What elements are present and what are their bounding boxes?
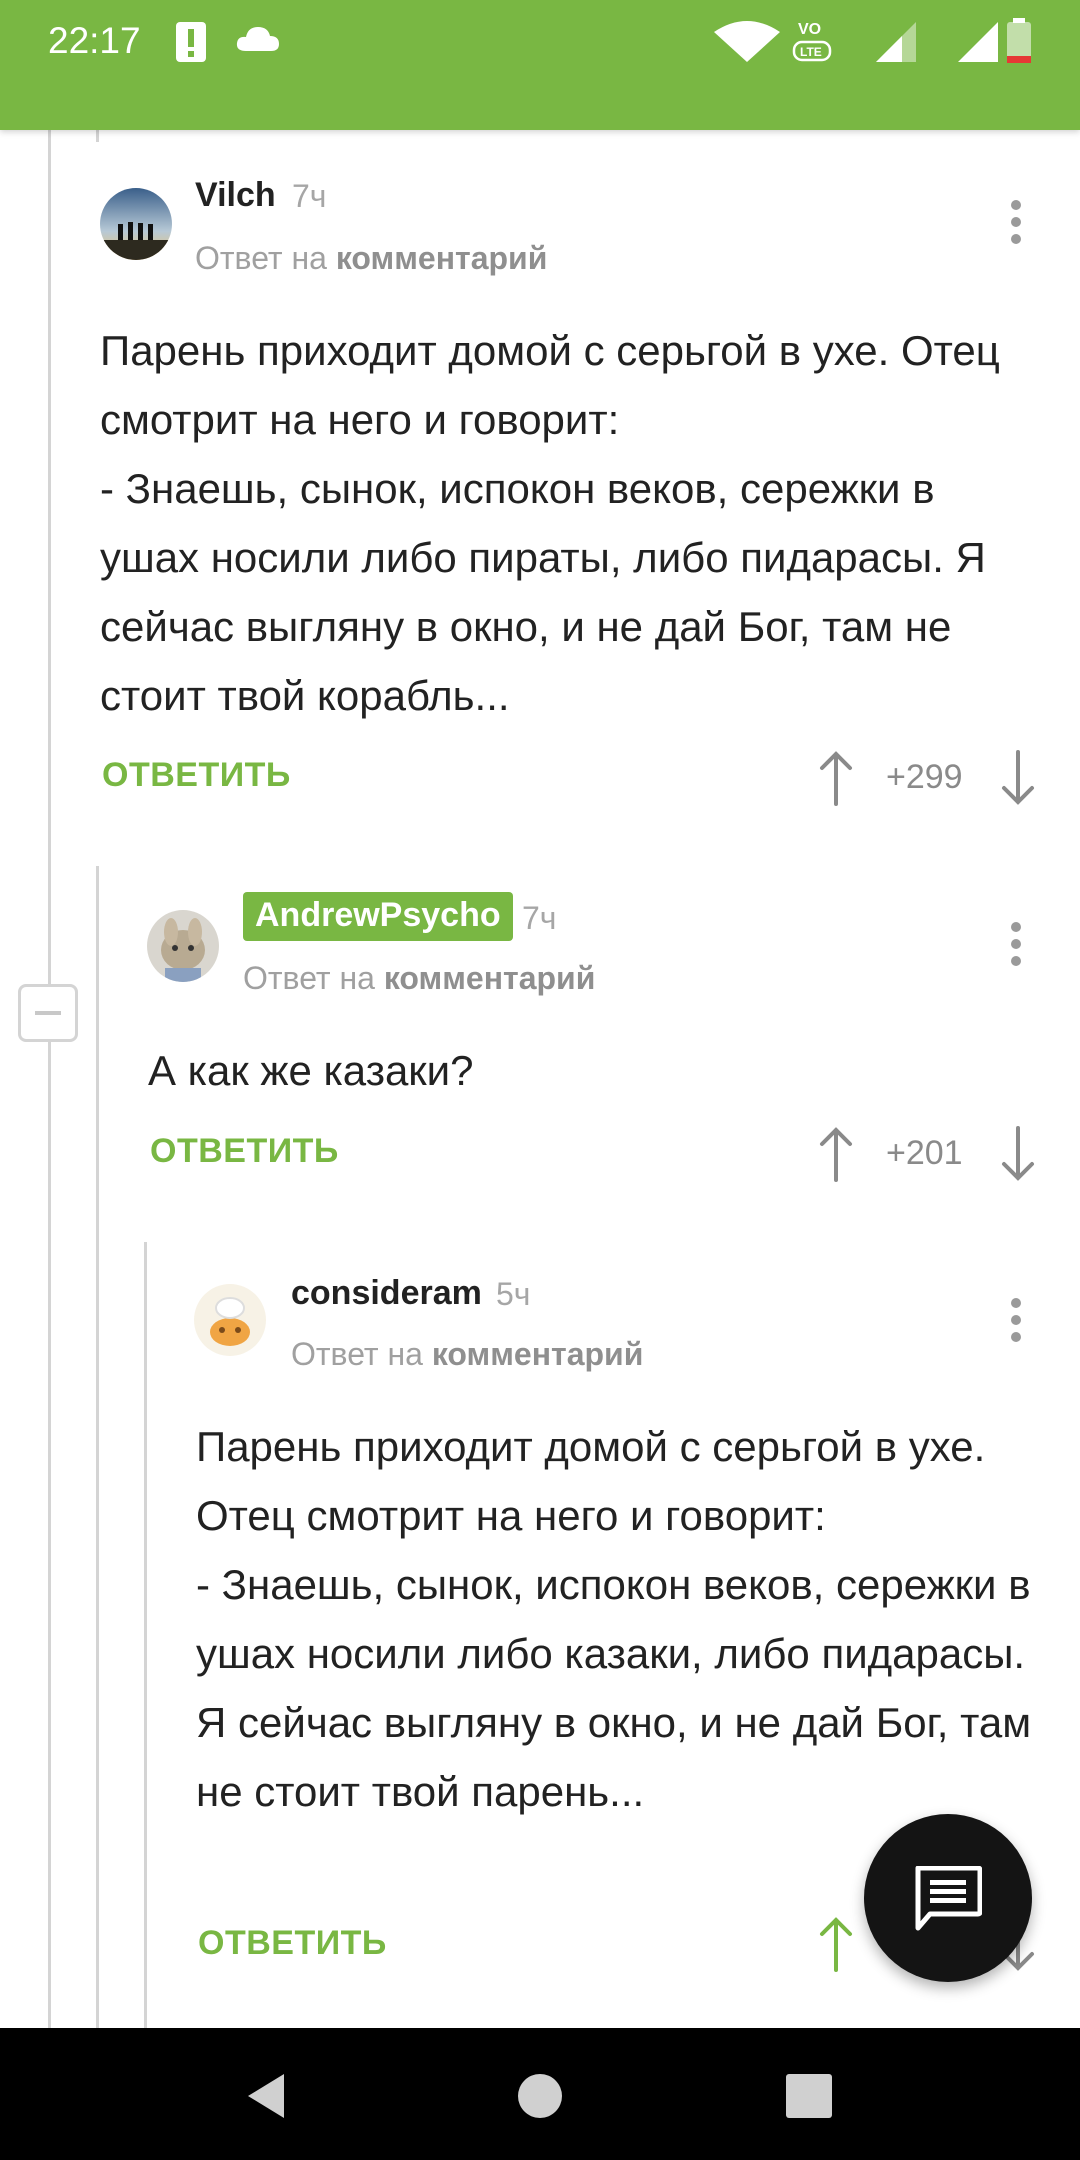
upvote-icon[interactable] — [816, 1916, 856, 1972]
reply-prefix: Ответ на — [243, 960, 375, 996]
reply-to-link[interactable]: комментарий — [384, 960, 596, 996]
back-icon[interactable] — [244, 2072, 288, 2120]
reply-prefix: Ответ на — [291, 1336, 423, 1372]
alert-icon — [176, 22, 206, 62]
cloud-icon — [236, 27, 279, 51]
reply-to-link[interactable]: комментарий — [336, 240, 548, 276]
home-icon[interactable] — [516, 2072, 564, 2120]
reply-button[interactable]: ОТВЕТИТЬ — [198, 1924, 387, 1963]
signal-icon — [876, 22, 916, 62]
thread-line-top — [96, 130, 99, 142]
reply-to-label: Ответ на комментарий — [195, 240, 547, 277]
battery-icon — [1007, 18, 1031, 63]
comment-time: 7ч — [522, 900, 557, 936]
comment-text: Парень приходит домой с серьгой в ухе. О… — [196, 1423, 1032, 1815]
thread-line-level-2 — [96, 866, 99, 2028]
more-options-icon[interactable] — [1006, 918, 1026, 978]
comment-time: 5ч — [496, 1276, 531, 1312]
more-options-icon[interactable] — [1006, 196, 1026, 256]
collapse-thread-button[interactable] — [18, 984, 78, 1042]
comment-time: 7ч — [292, 178, 327, 214]
svg-text:LTE: LTE — [800, 45, 822, 59]
status-bar: 22:17 VO LTE — [0, 0, 1080, 130]
thread-line-level-1 — [48, 130, 51, 2028]
downvote-icon[interactable] — [998, 750, 1038, 806]
comment-icon — [915, 1866, 982, 1931]
wifi-icon — [714, 21, 780, 62]
upvote-icon[interactable] — [816, 750, 856, 806]
signal-icon-2 — [958, 22, 998, 62]
svg-text:VO: VO — [798, 21, 821, 38]
volte-icon: VO LTE — [792, 21, 832, 62]
rating-value: +299 — [886, 758, 963, 796]
comment-text: Парень приходит домой с серьгой в ухе. О… — [100, 327, 1000, 719]
recents-icon[interactable] — [786, 2074, 832, 2118]
rating-value: +201 — [886, 1134, 963, 1172]
status-time: 22:17 — [48, 20, 141, 61]
reply-to-link[interactable]: комментарий — [432, 1336, 644, 1372]
avatar[interactable] — [100, 188, 172, 260]
reply-button[interactable]: ОТВЕТИТЬ — [102, 756, 291, 795]
author-name[interactable]: AndrewPsycho — [243, 892, 513, 941]
system-nav-bar — [0, 2028, 1080, 2160]
upvote-icon[interactable] — [816, 1126, 856, 1182]
reply-button[interactable]: ОТВЕТИТЬ — [150, 1132, 339, 1171]
add-comment-button[interactable] — [864, 1814, 1032, 1982]
downvote-icon[interactable] — [998, 1126, 1038, 1182]
reply-prefix: Ответ на — [195, 240, 327, 276]
avatar[interactable] — [147, 910, 219, 982]
reply-to-label: Ответ на комментарий — [291, 1336, 643, 1373]
comment-text: А как же казаки? — [148, 1047, 474, 1094]
author-name[interactable]: consideram — [291, 1274, 482, 1313]
reply-to-label: Ответ на комментарий — [243, 960, 595, 997]
thread-line-level-3 — [144, 1242, 147, 2028]
author-name[interactable]: Vilch — [195, 176, 276, 215]
avatar[interactable] — [194, 1284, 266, 1356]
more-options-icon[interactable] — [1006, 1294, 1026, 1354]
